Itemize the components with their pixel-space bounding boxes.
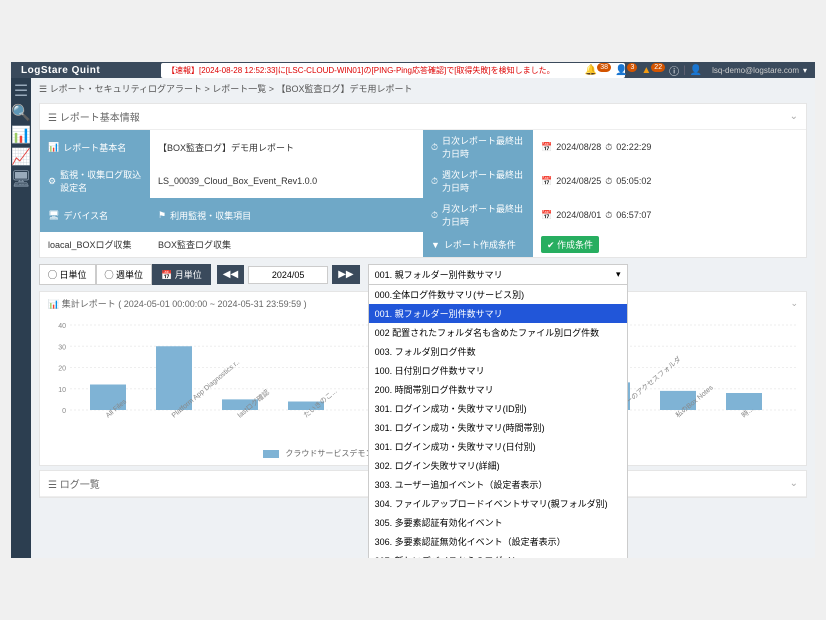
info-value: 📅2024/08/28 ⏱02:22:29	[533, 130, 806, 164]
panel-header[interactable]: ☰ レポート基本情報 ⌄	[40, 104, 806, 130]
clock-icon: ⏱	[605, 210, 612, 221]
alert-banner[interactable]: 【速報】[2024-08-28 12:52:33]に[LSC-CLOUD-WIN…	[161, 63, 625, 78]
top-icons: 🔔38 👤3 ▲22 ⓘ | 👤 lsq-demo@logstare.com ▾	[585, 63, 807, 78]
sidebar-report-icon[interactable]: 📈	[14, 150, 28, 164]
user-icon[interactable]: 👤3	[615, 65, 637, 76]
monitor-icon: 🖥	[48, 210, 59, 221]
dropdown-item[interactable]: 200. 時間帯別ログ件数サマリ	[369, 380, 627, 399]
info-label: ⏱日次レポート最終出力日時	[423, 130, 533, 164]
calendar-icon: 📅	[541, 210, 552, 221]
chart-icon: 📊	[48, 142, 59, 153]
circle-icon: ◯	[48, 270, 60, 280]
info-label: 🖥デバイス名	[40, 198, 150, 232]
info-label: ▼レポート作成条件	[423, 232, 533, 257]
calendar-icon: 📅	[161, 270, 175, 280]
chart-icon: 📊	[48, 299, 62, 309]
dropdown-item[interactable]: 306. 多要素認証無効化イベント（設定者表示）	[369, 532, 627, 551]
info-label: 📊レポート基本名	[40, 130, 150, 164]
svg-text:40: 40	[58, 323, 66, 330]
chevron-down-icon[interactable]: ⌄	[790, 478, 798, 489]
list-icon: ☰	[48, 480, 60, 491]
gear-icon: ⚙	[48, 176, 56, 187]
breadcrumb: ☰ レポート・セキュリティログアラート > レポート一覧 > 【BOX監査ログ】…	[31, 78, 815, 99]
report-select[interactable]: 001. 親フォルダー別件数サマリ ▾ 000.全体ログ件数サマリ(サービス別)…	[368, 264, 628, 285]
dropdown-item[interactable]: 301. ログイン成功・失敗サマリ(ID別)	[369, 399, 627, 418]
dropdown-item[interactable]: 305. 多要素認証有効化イベント	[369, 513, 627, 532]
dropdown-list: 000.全体ログ件数サマリ(サービス別)001. 親フォルダー別件数サマリ002…	[368, 284, 628, 558]
divider: |	[683, 65, 686, 76]
clock-icon: ⏱	[605, 142, 612, 153]
bell-icon[interactable]: 🔔38	[585, 65, 611, 76]
next-button[interactable]: ▶▶	[332, 265, 359, 284]
basic-info-panel: ☰ レポート基本情報 ⌄ 📊レポート基本名 【BOX監査ログ】デモ用レポート ⏱…	[39, 103, 807, 258]
svg-text:20: 20	[58, 366, 66, 373]
legend-swatch	[263, 450, 279, 458]
dropdown-item[interactable]: 304. ファイルアップロードイベントサマリ(親フォルダ別)	[369, 494, 627, 513]
clock-icon: ⏱	[431, 210, 438, 221]
chevron-down-icon: ▾	[616, 269, 621, 280]
month-button[interactable]: 📅 月単位	[152, 264, 211, 285]
clock-icon: ⏱	[431, 142, 438, 153]
info-label: ⏱週次レポート最終出力日時	[423, 164, 533, 198]
period-input[interactable]	[248, 266, 328, 284]
day-button[interactable]: ◯ 日単位	[39, 264, 96, 285]
circle-icon: ◯	[105, 270, 117, 280]
clock-icon: ⏱	[431, 176, 438, 187]
chevron-down-icon[interactable]: ▾	[803, 66, 807, 75]
info-value: ✔ 作成条件	[533, 232, 806, 257]
info-sub-label: ⚑利用監視・収集項目	[150, 198, 423, 232]
dropdown-item[interactable]: 100. 日付別ログ件数サマリ	[369, 361, 627, 380]
info-value: 📅2024/08/25 ⏱05:05:02	[533, 164, 806, 198]
sidebar-chart-icon[interactable]: 📊	[14, 128, 28, 142]
brand: LogStare Quint	[21, 65, 100, 76]
dropdown-item[interactable]: 307. 新しいデバイスからのログイン	[369, 551, 627, 558]
content: ☰ レポート・セキュリティログアラート > レポート一覧 > 【BOX監査ログ】…	[31, 78, 815, 558]
filter-icon: ▼	[431, 240, 440, 250]
info-value: BOX監査ログ収集	[150, 232, 423, 257]
dropdown-item[interactable]: 302. ログイン失敗サマリ(詳細)	[369, 456, 627, 475]
info-value: loacal_BOXログ収集	[40, 232, 150, 257]
info-icon[interactable]: ⓘ	[669, 63, 679, 78]
info-value: 【BOX監査ログ】デモ用レポート	[150, 130, 423, 164]
info-value: 📅2024/08/01 ⏱06:57:07	[533, 198, 806, 232]
sidebar-monitor-icon[interactable]: 🖥	[14, 172, 28, 186]
avatar-icon[interactable]: 👤	[690, 65, 702, 76]
clock-icon: ⏱	[605, 176, 612, 187]
sidebar-menu-icon[interactable]: ☰	[14, 84, 28, 98]
svg-text:30: 30	[58, 344, 66, 351]
chevron-down-icon[interactable]: ⌄	[790, 111, 798, 122]
svg-text:10: 10	[58, 387, 66, 394]
sidebar-search-icon[interactable]: 🔍	[14, 106, 28, 120]
period-toolbar: ◯ 日単位 ◯ 週単位 📅 月単位 ◀◀ ▶▶ 001. 親フォルダー別件数サマ…	[39, 264, 807, 285]
calendar-icon: 📅	[541, 142, 552, 153]
dropdown-item[interactable]: 000.全体ログ件数サマリ(サービス別)	[369, 285, 627, 304]
dropdown-item[interactable]: 303. ユーザー追加イベント（設定者表示）	[369, 475, 627, 494]
week-button[interactable]: ◯ 週単位	[96, 264, 153, 285]
dropdown-item[interactable]: 002 配置されたフォルダ名も含めたファイル別ログ件数	[369, 323, 627, 342]
list-icon: ☰	[48, 113, 60, 124]
calendar-icon: 📅	[541, 176, 552, 187]
info-label: ⏱月次レポート最終出力日時	[423, 198, 533, 232]
prev-button[interactable]: ◀◀	[217, 265, 244, 284]
chevron-down-icon[interactable]: ⌄	[790, 298, 798, 309]
flag-icon: ⚑	[158, 210, 166, 221]
create-condition-button[interactable]: ✔ 作成条件	[541, 236, 599, 253]
dropdown-item[interactable]: 003. フォルダ別ログ件数	[369, 342, 627, 361]
dropdown-item[interactable]: 301. ログイン成功・失敗サマリ(時間帯別)	[369, 418, 627, 437]
warning-icon[interactable]: ▲22	[641, 65, 665, 76]
select-value: 001. 親フォルダー別件数サマリ	[375, 268, 503, 281]
dropdown-item[interactable]: 001. 親フォルダー別件数サマリ	[369, 304, 627, 323]
sidebar: ☰ 🔍 📊 📈 🖥	[11, 78, 31, 558]
top-bar: LogStare Quint 【速報】[2024-08-28 12:52:33]…	[11, 62, 815, 78]
info-label: ⚙監視・収集ログ取込設定名	[40, 164, 150, 198]
dropdown-item[interactable]: 301. ログイン成功・失敗サマリ(日付別)	[369, 437, 627, 456]
breadcrumb-icon: ☰	[39, 84, 50, 94]
info-value: LS_00039_Cloud_Box_Event_Rev1.0.0	[150, 164, 423, 198]
user-label: lsq-demo@logstare.com	[712, 66, 799, 75]
svg-text:0: 0	[62, 408, 66, 415]
info-grid: 📊レポート基本名 【BOX監査ログ】デモ用レポート ⏱日次レポート最終出力日時 …	[40, 130, 806, 257]
check-icon: ✔	[547, 240, 557, 250]
